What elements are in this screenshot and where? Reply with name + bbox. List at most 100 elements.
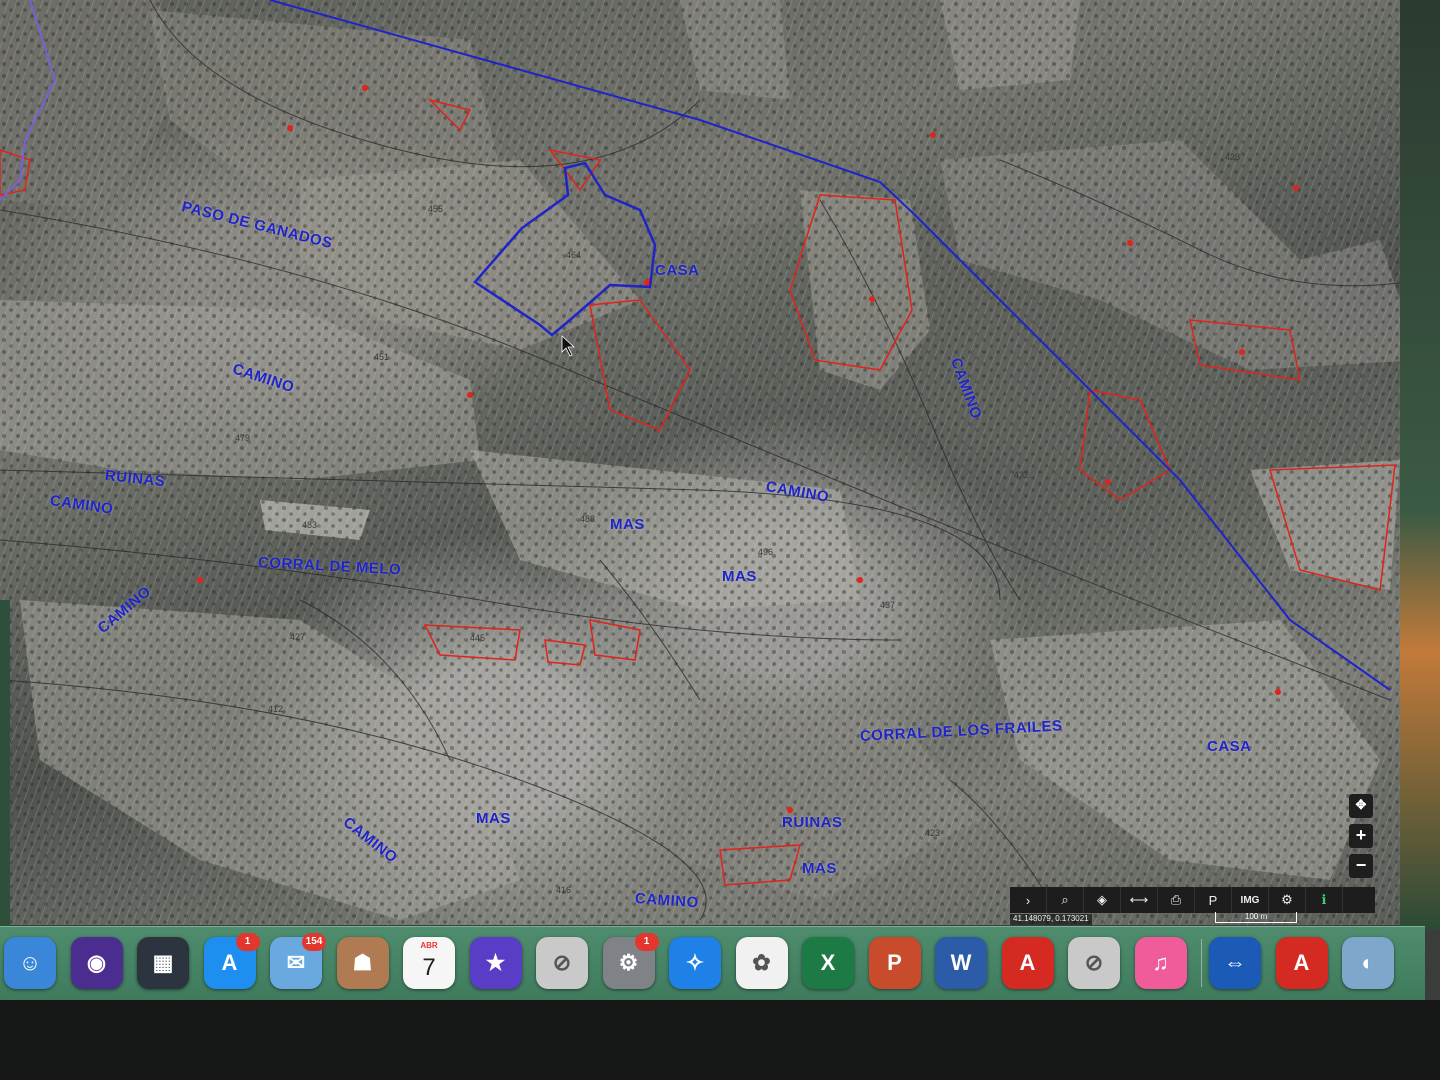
safari-dock-icon[interactable]: ✧ bbox=[669, 937, 721, 989]
dock-separator bbox=[1201, 939, 1202, 987]
map-label: RUINAS bbox=[782, 814, 843, 831]
map-viewport[interactable]: 455 464 483 488 451 496 437 445 479 423 … bbox=[0, 0, 1425, 925]
layers-button[interactable]: ◈ bbox=[1084, 887, 1121, 913]
parcel-number: 445 bbox=[470, 633, 485, 643]
chevron-right-icon: › bbox=[1025, 892, 1031, 908]
print-button[interactable]: ⎙ bbox=[1158, 887, 1195, 913]
contacts-icon: ☗ bbox=[352, 950, 373, 975]
siri-dock-icon[interactable]: ◉ bbox=[70, 937, 123, 989]
word-icon: W bbox=[950, 950, 972, 975]
safari-icon: ✧ bbox=[685, 950, 705, 975]
parcel-number: 427 bbox=[290, 632, 305, 642]
measure-icon: ⟷ bbox=[1129, 892, 1149, 907]
powerpoint-dock-icon[interactable]: P bbox=[868, 937, 921, 989]
parcel-number: 432 bbox=[1014, 470, 1029, 480]
teamviewer-dock-icon[interactable]: ⇔ bbox=[1209, 937, 1261, 989]
finder-dock-icon[interactable]: ☺ bbox=[4, 937, 56, 989]
acrobat-icon: A bbox=[1019, 950, 1036, 975]
info-button[interactable]: ℹ bbox=[1306, 887, 1343, 913]
screen: 455 464 483 488 451 496 437 445 479 423 … bbox=[0, 0, 1440, 1000]
map-label: CASA bbox=[655, 262, 700, 279]
coordinates-readout: 41.148079, 0.173021 bbox=[1010, 914, 1092, 925]
parcel-icon: P bbox=[1208, 892, 1218, 908]
acrobat-dock-icon[interactable]: A bbox=[1001, 937, 1054, 989]
parcel-number: 483 bbox=[302, 520, 317, 530]
map-label: MAS bbox=[802, 860, 837, 877]
parcel-number: 428 bbox=[1225, 152, 1240, 162]
calendar-dock-icon[interactable]: ABR 7 bbox=[403, 937, 455, 989]
siri-icon: ◉ bbox=[86, 950, 107, 975]
layers-icon: ◈ bbox=[1097, 892, 1107, 907]
parcel-number: 412 bbox=[268, 704, 283, 714]
tools-button[interactable]: ⚙ bbox=[1269, 887, 1306, 913]
parcel-number: 451 bbox=[374, 352, 389, 362]
photos-icon: ✿ bbox=[752, 950, 771, 975]
info-icon: ℹ bbox=[1321, 892, 1327, 907]
parcel-number: 455 bbox=[428, 204, 443, 214]
notification-badge: 1 bbox=[634, 933, 659, 951]
move-icon: ✥ bbox=[1355, 797, 1367, 812]
parcel-number: 416 bbox=[556, 885, 571, 895]
app-store-dock-icon[interactable]: A1 bbox=[203, 933, 260, 989]
excel-dock-icon[interactable]: X bbox=[802, 937, 854, 989]
parcel-number: 488 bbox=[580, 514, 595, 524]
measure-button[interactable]: ⟷ bbox=[1121, 887, 1158, 913]
calendar-day: 7 bbox=[422, 954, 436, 981]
imovie-icon: ★ bbox=[485, 950, 506, 975]
parcel-number: 479 bbox=[235, 433, 250, 443]
map-label: MAS bbox=[476, 810, 511, 827]
notification-badge: 154 bbox=[302, 933, 326, 951]
photos-dock-icon[interactable]: ✿ bbox=[735, 937, 788, 989]
search-button[interactable]: ⌕ bbox=[1047, 887, 1084, 913]
word-dock-icon[interactable]: W bbox=[935, 937, 987, 989]
contacts-dock-icon[interactable]: ☗ bbox=[336, 937, 389, 989]
mission-control-icon: ▦ bbox=[152, 950, 174, 975]
mail-dock-icon[interactable]: ✉ 154 bbox=[270, 933, 326, 989]
preview-dock-icon[interactable]: ◐ bbox=[1342, 937, 1394, 989]
img-button[interactable]: IMG bbox=[1232, 887, 1269, 913]
parcel-number: 437 bbox=[880, 600, 895, 610]
system-preferences-dock-icon[interactable]: ⚙ 1 bbox=[602, 933, 659, 989]
parcel-button[interactable]: P bbox=[1195, 887, 1232, 913]
map-label: MAS bbox=[722, 568, 757, 585]
calendar-month: ABR bbox=[420, 941, 438, 950]
preview-icon: ◐ bbox=[1361, 950, 1375, 975]
background-window-edge-left bbox=[0, 600, 10, 930]
tools-icon: ⚙ bbox=[1281, 892, 1293, 907]
mission-control-dock-icon[interactable]: ▦ bbox=[137, 937, 189, 989]
itunes-icon: ♫ bbox=[1152, 950, 1169, 975]
acrobat-2-dock-icon[interactable]: A bbox=[1275, 937, 1328, 989]
map-label: MAS bbox=[610, 516, 645, 533]
scale-bar: 100 m bbox=[1215, 912, 1297, 923]
prohibited-app-1-dock-icon[interactable]: ⊘ bbox=[536, 937, 588, 989]
background-window-edge bbox=[1400, 0, 1440, 930]
powerpoint-icon: P bbox=[887, 950, 902, 975]
prohibited-app-2-icon: ⊘ bbox=[1084, 950, 1104, 975]
excel-icon: X bbox=[820, 950, 836, 975]
parcel-number: 496 bbox=[758, 547, 773, 557]
acrobat-2-icon: A bbox=[1293, 950, 1310, 975]
finder-icon: ☺ bbox=[18, 950, 42, 975]
search-icon: ⌕ bbox=[1061, 892, 1069, 907]
notification-badge: 1 bbox=[235, 933, 260, 951]
img-icon: IMG bbox=[1240, 894, 1260, 906]
prohibited-app-1-icon: ⊘ bbox=[552, 950, 572, 975]
map-label: CASA bbox=[1207, 738, 1252, 755]
print-icon: ⎙ bbox=[1170, 892, 1182, 907]
mail-icon: ✉ bbox=[286, 950, 306, 975]
app-store-icon: A bbox=[221, 950, 238, 975]
itunes-dock-icon[interactable]: ♫ bbox=[1134, 937, 1187, 989]
map-toolbar: › ⌕ ◈ ⟷ ⎙ P IMG ⚙ ℹ bbox=[1010, 887, 1375, 913]
expand-button[interactable]: › bbox=[1010, 887, 1047, 913]
pan-button[interactable]: ✥ bbox=[1349, 794, 1373, 818]
prohibited-app-2-dock-icon[interactable]: ⊘ bbox=[1068, 937, 1120, 989]
imovie-dock-icon[interactable]: ★ bbox=[469, 937, 522, 989]
parcel-number: 423 bbox=[925, 828, 940, 838]
system-preferences-icon: ⚙ bbox=[618, 950, 639, 975]
terrace-texture bbox=[0, 0, 1425, 925]
zoom-out-button[interactable]: − bbox=[1349, 854, 1373, 878]
parcel-number: 464 bbox=[566, 250, 581, 260]
zoom-in-button[interactable]: + bbox=[1349, 824, 1373, 848]
map-canvas[interactable]: 455 464 483 488 451 496 437 445 479 423 … bbox=[0, 0, 1425, 925]
dock: ☺ ◉ ▦ A 1 ✉ 154 ☗ ABR 7 ★ ⊘ ⚙ 1 ✧ ✿ X P W A ⊘ ♫ ⇔ A ◐ bbox=[0, 926, 1425, 1000]
